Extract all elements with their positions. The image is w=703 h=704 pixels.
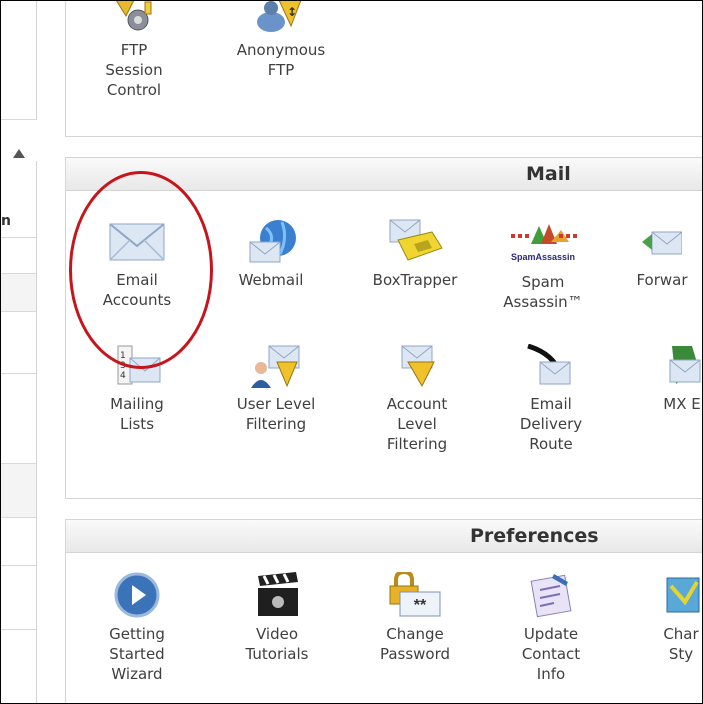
mail-panel: Mail Email Accounts Webmail BoxTrapper S… — [65, 157, 702, 499]
spam-assassin[interactable]: SpamAssassin Spam Assassin™ — [488, 218, 598, 312]
play-button-icon — [114, 572, 160, 618]
update-contact-info[interactable]: Update Contact Info — [496, 572, 606, 684]
user-level-filtering[interactable]: User Level Filtering — [216, 344, 336, 434]
clapperboard-icon — [258, 572, 298, 616]
user-filter-icon — [251, 345, 300, 388]
globe-envelope-icon — [249, 220, 296, 263]
svg-text:4: 4 — [120, 371, 126, 381]
change-style[interactable]: Char Sty — [646, 572, 702, 664]
ftp-session-gear-icon — [116, 1, 152, 31]
mx-entry-icon — [669, 346, 701, 384]
boxtrapper[interactable]: BoxTrapper — [350, 218, 480, 290]
video-tutorials[interactable]: Video Tutorials — [222, 572, 332, 664]
svg-text:1: 1 — [120, 351, 126, 361]
account-level-filtering[interactable]: Account Level Filtering — [362, 344, 472, 454]
change-password[interactable]: ** Change Password — [360, 572, 470, 664]
preferences-panel-header[interactable]: Preferences — [66, 520, 702, 553]
forwarder-icon — [642, 231, 682, 255]
email-delivery-route[interactable]: Email Delivery Route — [496, 344, 606, 454]
contact-info-icon — [530, 574, 572, 618]
anonymous-ftp-icon: ↕ — [257, 1, 302, 32]
svg-text:3: 3 — [120, 361, 126, 371]
change-style-icon — [666, 577, 700, 613]
mailing-lists-icon: 1 3 4 — [117, 345, 161, 385]
mx-entry[interactable]: MX E — [642, 344, 702, 414]
ftp-panel: FTP Session Control ↕ Anonymous FTP — [65, 1, 702, 137]
panel-title: Mail — [526, 163, 571, 185]
account-filter-icon — [401, 345, 435, 388]
collapse-arrow-icon[interactable] — [13, 149, 25, 158]
svg-text:**: ** — [414, 597, 427, 614]
panel-title: Preferences — [470, 525, 599, 547]
getting-started-wizard[interactable]: Getting Started Wizard — [82, 572, 192, 684]
sidebar-fragment-text: n — [1, 213, 11, 229]
spamassassin-icon: SpamAssassin — [511, 224, 577, 262]
forwarders[interactable]: Forwar — [622, 218, 702, 290]
envelope-icon — [109, 223, 165, 261]
anonymous-ftp[interactable]: ↕ Anonymous FTP — [216, 1, 346, 80]
left-sidebar: n — [1, 1, 37, 703]
mail-panel-header[interactable]: Mail — [66, 158, 702, 191]
webmail[interactable]: Webmail — [216, 218, 326, 290]
cpanel-screenshot: n FTP Session Control ↕ Anonymous FTP Ma… — [0, 0, 703, 704]
ftp-session-control[interactable]: FTP Session Control — [84, 1, 184, 100]
boxtrapper-icon — [389, 219, 443, 261]
email-accounts[interactable]: Email Accounts — [82, 218, 192, 310]
lock-password-icon: ** — [389, 572, 441, 617]
svg-text:↕: ↕ — [287, 5, 297, 19]
mailing-lists[interactable]: 1 3 4 Mailing Lists — [82, 344, 192, 434]
spamassassin-logo-text: SpamAssassin — [511, 252, 575, 262]
preferences-panel: Preferences Getting Started Wizard Video… — [65, 519, 702, 703]
delivery-route-icon — [527, 344, 571, 385]
